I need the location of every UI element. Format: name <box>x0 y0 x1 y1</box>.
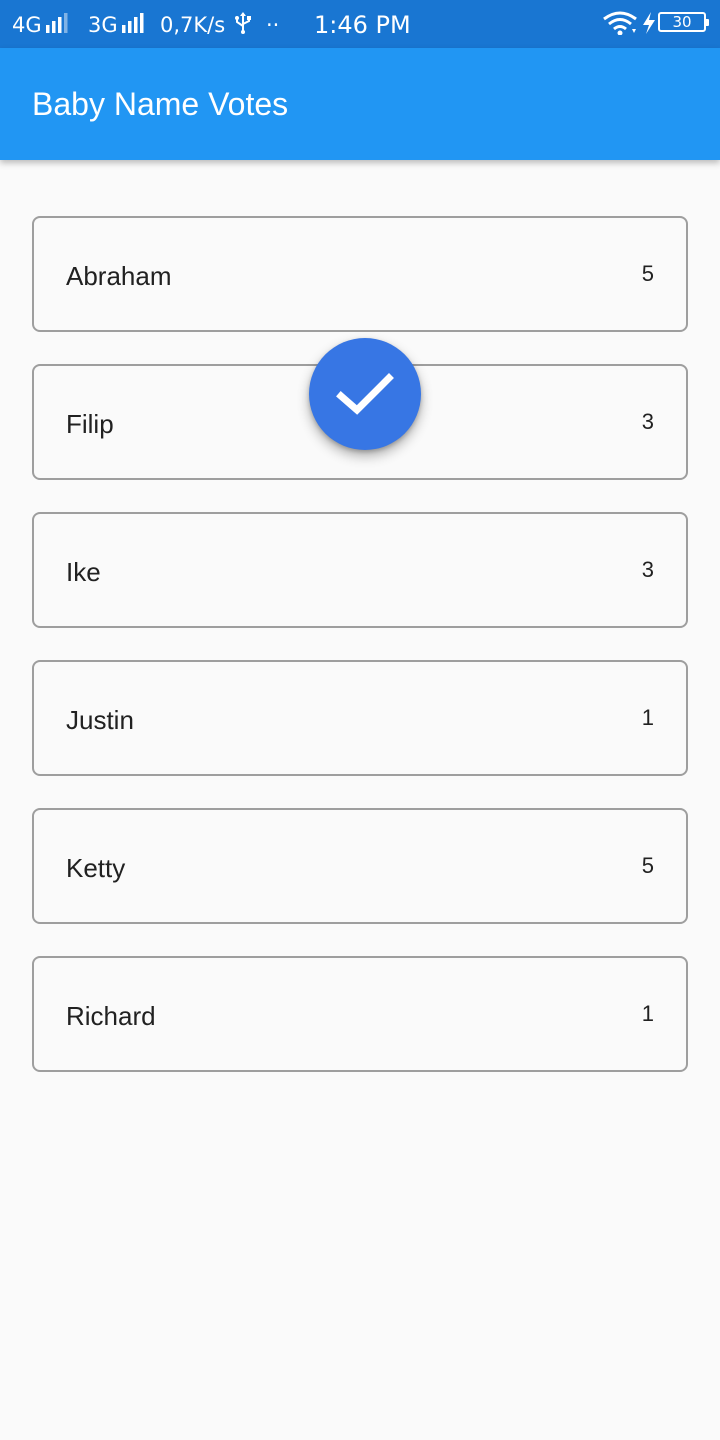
network-type-4g: 4G <box>12 13 42 37</box>
baby-name: Ketty <box>66 853 126 883</box>
page-title: Baby Name Votes <box>32 86 289 122</box>
signal-icon <box>45 13 68 33</box>
submit-fab-button[interactable] <box>309 338 421 450</box>
vote-count: 5 <box>641 853 654 878</box>
app-bar: Baby Name Votes <box>0 48 720 160</box>
vote-count: 5 <box>641 261 654 286</box>
vote-count: 3 <box>641 409 654 434</box>
check-icon <box>336 373 394 415</box>
list-item[interactable]: Ketty 5 <box>32 808 688 924</box>
battery-level: 30 <box>672 13 692 31</box>
wifi-icon <box>602 0 638 48</box>
list-item[interactable]: Abraham 5 <box>32 216 688 332</box>
clock: 1:46 PM <box>314 11 411 39</box>
more-notifications-dots: ·· <box>266 13 280 37</box>
list-item[interactable]: Justin 1 <box>32 660 688 776</box>
baby-name: Ike <box>66 557 101 587</box>
battery-icon: 30 <box>658 12 709 34</box>
status-bar: 4G 3G 0,7K/s ·· 1:46 PM 30 <box>0 0 720 48</box>
baby-name: Richard <box>66 1001 156 1031</box>
signal-icon <box>121 13 144 33</box>
vote-count: 3 <box>641 557 654 582</box>
network-speed: 0,7K/s <box>160 13 226 37</box>
vote-count: 1 <box>641 705 654 730</box>
baby-name: Filip <box>66 409 114 439</box>
usb-icon <box>234 0 252 48</box>
baby-name: Abraham <box>66 261 172 291</box>
vote-count: 1 <box>641 1001 654 1026</box>
baby-name: Justin <box>66 705 134 735</box>
lightning-icon <box>642 0 656 48</box>
list-item[interactable]: Richard 1 <box>32 956 688 1072</box>
network-indicator-3g: 3G <box>88 0 144 48</box>
network-indicator-4g: 4G <box>12 0 68 48</box>
list-item[interactable]: Ike 3 <box>32 512 688 628</box>
network-type-3g: 3G <box>88 13 118 37</box>
